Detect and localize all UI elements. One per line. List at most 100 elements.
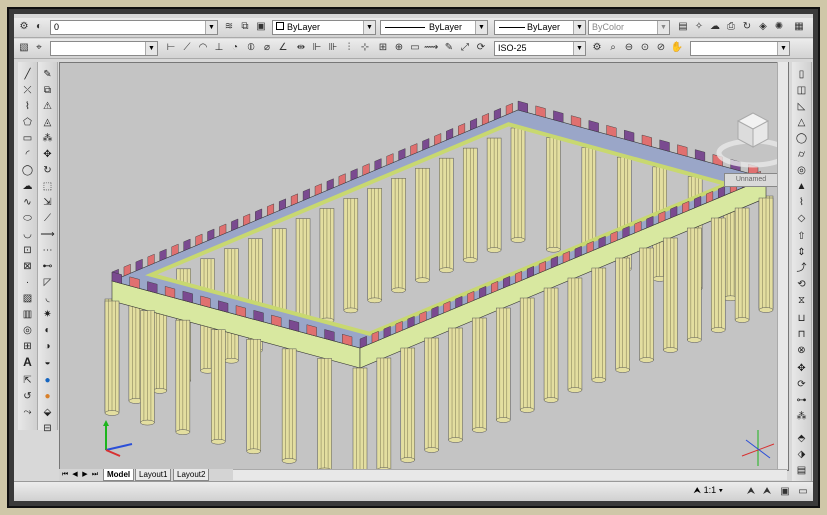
tolerance-icon[interactable]: ⊞ bbox=[376, 41, 390, 55]
insert-block-icon[interactable]: ⊡ bbox=[20, 244, 35, 257]
inspection-icon[interactable]: ▭ bbox=[408, 41, 422, 55]
section-plane-icon[interactable]: ▤ bbox=[794, 464, 809, 477]
extrude-solid-icon[interactable]: ⇧ bbox=[794, 230, 809, 243]
section-icon[interactable]: ⊟ bbox=[40, 422, 55, 435]
sphere-icon[interactable]: ● bbox=[40, 374, 55, 387]
tab-layout2[interactable]: Layout2 bbox=[173, 469, 210, 481]
wedge-icon[interactable]: ◺ bbox=[794, 100, 809, 113]
sun-icon[interactable]: ✧ bbox=[692, 20, 706, 34]
ellipse-icon[interactable]: ⬭ bbox=[20, 212, 35, 225]
3d-rotate-icon[interactable]: ⟳ bbox=[794, 378, 809, 391]
zoom-realtime-icon[interactable]: ⊖ bbox=[622, 41, 636, 55]
toolbar-lock-icon[interactable]: ▣ bbox=[778, 485, 792, 499]
make-block-icon[interactable]: ⊠ bbox=[20, 260, 35, 273]
box-icon[interactable]: ◫ bbox=[794, 84, 809, 97]
scale-icon[interactable]: ⬚ bbox=[40, 180, 55, 193]
dimstyle-manager-icon[interactable]: ⚙ bbox=[590, 41, 604, 55]
zoom-window-icon[interactable]: ⊙ bbox=[638, 41, 652, 55]
auto-scale-icon[interactable]: ⮝ bbox=[760, 485, 774, 499]
intersect-solid-icon[interactable]: ⊗ bbox=[794, 344, 809, 357]
array-icon[interactable]: ⁂ bbox=[40, 132, 55, 145]
prev-tab-icon[interactable]: ◀ bbox=[71, 470, 79, 479]
3d-array-icon[interactable]: ⁂ bbox=[794, 410, 809, 423]
extra-combo[interactable]: ▼ bbox=[690, 41, 790, 56]
offset-icon[interactable]: ◬ bbox=[40, 116, 55, 129]
torus-icon[interactable]: ◎ bbox=[794, 164, 809, 177]
drawing-viewport[interactable]: Unnamed bbox=[59, 62, 789, 471]
sphere-solid-icon[interactable]: ◯ bbox=[794, 132, 809, 145]
clean-screen-icon[interactable]: ▭ bbox=[796, 485, 810, 499]
annotation-visibility-icon[interactable]: ⮝ bbox=[744, 485, 758, 499]
loft-icon[interactable]: ⧖ bbox=[794, 294, 809, 307]
pyramid-icon[interactable]: ▲ bbox=[794, 180, 809, 193]
slice-solid-icon[interactable]: ⬘ bbox=[794, 432, 809, 445]
construction-line-icon[interactable]: ⤫ bbox=[20, 84, 35, 97]
chevron-down-icon[interactable]: ▼ bbox=[777, 42, 789, 55]
first-tab-icon[interactable]: ⏮ bbox=[61, 470, 69, 479]
revolve-solid-icon[interactable]: ⟲ bbox=[794, 278, 809, 291]
layer-combo[interactable]: 0 ▼ bbox=[50, 20, 218, 35]
3d-align-icon[interactable]: ⊶ bbox=[794, 394, 809, 407]
region-icon[interactable]: ◎ bbox=[20, 324, 35, 337]
mirror-icon[interactable]: ⚠ bbox=[40, 100, 55, 113]
join-icon[interactable]: ⊷ bbox=[40, 260, 55, 273]
move-icon[interactable]: ✥ bbox=[40, 148, 55, 161]
rotate-icon[interactable]: ↻ bbox=[40, 164, 55, 177]
explode-icon[interactable]: ✷ bbox=[40, 308, 55, 321]
extrude-icon[interactable]: ⇱ bbox=[20, 374, 35, 387]
update-icon[interactable]: ⟳ bbox=[474, 41, 488, 55]
break-at-point-icon[interactable]: ⋯ bbox=[40, 244, 55, 257]
visual-style-icon[interactable]: ◈ bbox=[756, 20, 770, 34]
polyline-icon[interactable]: ⌇ bbox=[20, 100, 35, 113]
table-icon[interactable]: ⊞ bbox=[20, 340, 35, 353]
continue-icon[interactable]: ⊪ bbox=[326, 41, 340, 55]
layer-properties-icon[interactable]: ⚙ bbox=[17, 20, 31, 34]
stretch-icon[interactable]: ⇲ bbox=[40, 196, 55, 209]
annotation-scale[interactable]: ⮝ 1:1 ▾ bbox=[693, 485, 723, 496]
chevron-down-icon[interactable]: ▼ bbox=[145, 42, 157, 55]
orbit-icon[interactable]: ↻ bbox=[740, 20, 754, 34]
chamfer-icon[interactable]: ◸ bbox=[40, 276, 55, 289]
color-combo[interactable]: ByLayer ▼ bbox=[272, 20, 376, 35]
plotstyle-combo[interactable]: ByColor ▼ bbox=[588, 20, 670, 35]
ucs-menu[interactable]: Unnamed bbox=[724, 173, 778, 187]
workspace-icon[interactable]: ▧ bbox=[17, 41, 31, 55]
3d-move-icon[interactable]: ✥ bbox=[794, 362, 809, 375]
multiline-text-icon[interactable]: A bbox=[20, 356, 35, 369]
print-icon[interactable]: ⎙ bbox=[724, 20, 738, 34]
aligned-dimension-icon[interactable]: ⟋ bbox=[180, 41, 194, 55]
arc-icon[interactable]: ◜ bbox=[20, 148, 35, 161]
cone-icon[interactable]: △ bbox=[794, 116, 809, 129]
baseline-icon[interactable]: ⊩ bbox=[310, 41, 324, 55]
planar-surface-icon[interactable]: ◇ bbox=[794, 212, 809, 225]
next-tab-icon[interactable]: ▶ bbox=[81, 470, 89, 479]
union-icon[interactable]: ◐ bbox=[40, 324, 55, 337]
make-current-layer-icon[interactable]: ≋ bbox=[222, 20, 236, 34]
chevron-down-icon[interactable]: ▼ bbox=[573, 21, 585, 34]
chevron-down-icon[interactable]: ▼ bbox=[573, 42, 585, 55]
rectangle-icon[interactable]: ▭ bbox=[20, 132, 35, 145]
copy-icon[interactable]: ⧉ bbox=[40, 84, 55, 97]
sweep-solid-icon[interactable]: ⤴ bbox=[794, 262, 809, 275]
erase-icon[interactable]: ✎ bbox=[40, 68, 55, 81]
center-mark-icon[interactable]: ⊕ bbox=[392, 41, 406, 55]
revolve-icon[interactable]: ↺ bbox=[20, 390, 35, 403]
ellipse-arc-icon[interactable]: ◡ bbox=[20, 228, 35, 241]
subtract-icon[interactable]: ◑ bbox=[40, 340, 55, 353]
ucs-icon[interactable]: ⌖ bbox=[32, 41, 46, 55]
named-views-icon[interactable]: ▤ bbox=[676, 20, 690, 34]
hatch-icon[interactable]: ▨ bbox=[20, 292, 35, 305]
ordinate-icon[interactable]: ⊥ bbox=[212, 41, 226, 55]
horizontal-scrollbar[interactable] bbox=[233, 469, 787, 480]
workspace-combo[interactable]: ▼ bbox=[50, 41, 158, 56]
angular-icon[interactable]: ∠ bbox=[276, 41, 290, 55]
quick-dimension-icon[interactable]: ⇹ bbox=[294, 41, 308, 55]
point-icon[interactable]: · bbox=[20, 276, 35, 289]
lineweight-combo[interactable]: ByLayer ▼ bbox=[494, 20, 586, 35]
revision-cloud-icon[interactable]: ☁ bbox=[20, 180, 35, 193]
helix-icon[interactable]: ⌇ bbox=[794, 196, 809, 209]
tab-layout1[interactable]: Layout1 bbox=[135, 469, 172, 481]
presspull-icon[interactable]: ⇕ bbox=[794, 246, 809, 259]
polysolid-icon[interactable]: ▯ bbox=[794, 68, 809, 81]
cloud-icon[interactable]: ☁ bbox=[708, 20, 722, 34]
